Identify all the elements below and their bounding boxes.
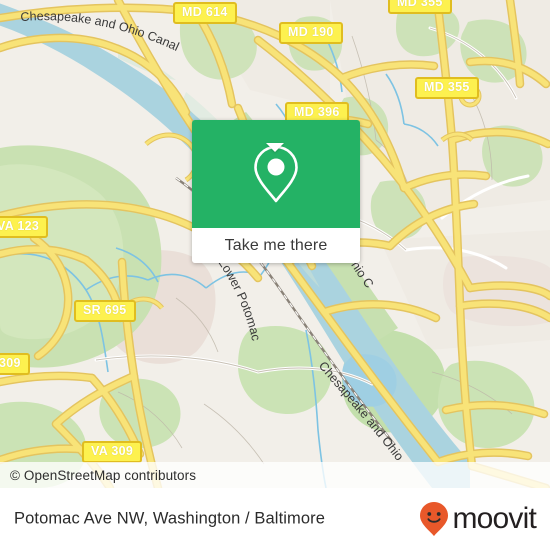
map-pin-icon [254,145,298,203]
road-shield[interactable]: MD 355 [388,0,452,14]
road-shield-label: MD 355 [388,0,452,14]
moovit-wordmark: moovit [452,502,536,535]
road-shield-label: VA 309 [82,441,143,463]
road-shield-label: MD 614 [173,2,237,24]
road-shield-label: MD 190 [279,22,343,44]
location-title: Potomac Ave NW, Washington / Baltimore [14,509,326,528]
footer-bar: Potomac Ave NW, Washington / Baltimore m… [0,488,550,550]
take-me-there-label: Take me there [224,236,328,254]
map-attribution-text: © OpenStreetMap contributors [10,467,197,483]
popup-tail [266,143,284,152]
road-shield[interactable]: MD 355 [415,77,479,99]
road-shield[interactable]: VA 123 [0,216,49,238]
moovit-pin-smiley-icon [420,502,449,536]
map-attribution: © OpenStreetMap contributors [0,462,550,488]
road-shield-label: 309 [0,353,30,375]
popup-icon-panel [192,120,360,228]
road-shield-label: SR 695 [74,300,136,322]
moovit-logo[interactable]: moovit [419,501,537,537]
road-shield[interactable]: 309 [0,353,30,375]
road-shield-label: MD 355 [415,77,479,99]
road-shield[interactable]: MD 190 [279,22,343,44]
take-me-there-button[interactable]: Take me there [192,228,360,263]
road-shield[interactable]: MD 614 [173,2,237,24]
road-shield-label: VA 123 [0,216,49,238]
road-shield[interactable]: VA 309 [82,441,143,463]
road-shield[interactable]: SR 695 [74,300,136,322]
moovit-map-screen: Chesapeake and Ohio Canal Chesapeake and… [0,0,550,550]
location-popup-card[interactable]: Take me there [192,120,360,263]
